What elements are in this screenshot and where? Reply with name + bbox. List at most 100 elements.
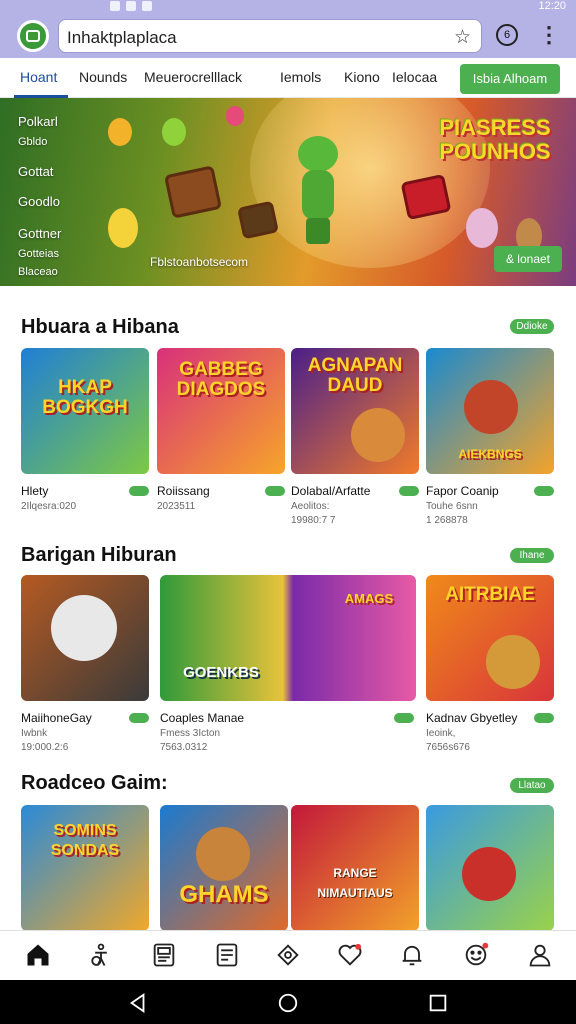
game-thumbnail[interactable]: GHAMS: [160, 805, 288, 930]
character-illustration: [108, 208, 138, 248]
status-badge: [129, 713, 149, 723]
game-name[interactable]: Coaples Manae: [160, 711, 244, 725]
character-illustration: [464, 380, 518, 434]
game-art-title: GHAMS: [179, 881, 269, 908]
game-thumbnail[interactable]: [21, 575, 149, 701]
hero-side-line: Gbldo: [18, 136, 48, 148]
profile-icon[interactable]: [526, 941, 554, 969]
green-mascot-illustration: [288, 128, 348, 248]
tab-location[interactable]: Ielocaa: [392, 69, 437, 85]
game-thumbnail[interactable]: AGNAPAN DAUD: [291, 348, 419, 474]
overflow-menu-icon[interactable]: ⋮: [538, 22, 560, 48]
status-badge: [394, 713, 414, 723]
tab-kiono[interactable]: Kiono: [344, 69, 380, 85]
home-circle-icon[interactable]: [277, 992, 299, 1014]
heart-icon[interactable]: [336, 941, 364, 969]
hero-side-line: Gottat: [18, 164, 54, 179]
game-name[interactable]: Kadnav Gbyetley: [426, 711, 517, 725]
game-meta: Fmess 3Icton: [160, 728, 221, 739]
crate-illustration: [237, 200, 279, 240]
tab-items[interactable]: Iemols: [280, 69, 321, 85]
game-meta: Ieoink,: [426, 728, 456, 739]
see-all-button[interactable]: Ihane: [510, 548, 554, 563]
character-illustration: [486, 635, 540, 689]
accessibility-icon[interactable]: [87, 941, 115, 969]
status-bar: 12:20: [0, 0, 576, 14]
home-icon[interactable]: [24, 941, 52, 969]
status-badge: [534, 486, 554, 496]
character-illustration: [196, 827, 250, 881]
see-all-button[interactable]: Llatao: [510, 778, 554, 793]
hero-caption: Fblstoanbotsecom: [150, 255, 249, 269]
game-art-title: AIEKBNGS: [458, 447, 522, 461]
game-section: Roadceo Gaim: Llatao SOMINS SONDAS GHAMS…: [0, 746, 576, 930]
bell-icon[interactable]: [398, 941, 426, 969]
game-art-title: RANGE NIMAUTIAUS: [317, 866, 393, 900]
game-name[interactable]: Roiissang: [157, 484, 210, 498]
section-title: Barigan Hiburan: [21, 544, 177, 566]
game-thumbnail[interactable]: AIEKBNGS: [426, 348, 554, 474]
hero-banner[interactable]: Polkarl Gbldo Gottat Goodlo Gottner Gott…: [0, 98, 576, 286]
treasure-chest-illustration: [163, 165, 223, 219]
game-thumbnail[interactable]: SOMINS SONDAS: [21, 805, 149, 930]
bottom-nav: [0, 930, 576, 980]
game-thumbnail[interactable]: [426, 805, 554, 930]
character-illustration: [351, 408, 405, 462]
section-title: Hbuara a Hibana: [21, 316, 179, 338]
game-name[interactable]: Hlety: [21, 484, 48, 498]
smile-icon[interactable]: [462, 941, 490, 969]
system-nav-bar: [0, 980, 576, 1024]
game-art-title: SOMINS SONDAS: [50, 822, 120, 859]
notification-icon: [110, 1, 120, 11]
app-logo-icon[interactable]: [17, 20, 49, 52]
tab-home[interactable]: Hoant: [20, 69, 57, 85]
status-badge: [265, 486, 285, 496]
game-art-title: AMAGS: [344, 591, 394, 606]
clock: 12:20: [538, 0, 566, 12]
game-art-title: AITRBIAE: [445, 584, 535, 605]
list-icon[interactable]: [213, 941, 241, 969]
see-all-button[interactable]: Ddioke: [510, 319, 554, 334]
game-thumbnail[interactable]: GABBEG DIAGDOS: [157, 348, 285, 474]
balloon-illustration: [108, 118, 132, 146]
hero-action-button[interactable]: & lonaet: [494, 246, 562, 272]
address-bar[interactable]: Inhaktplaplaca ☆: [58, 19, 482, 53]
tab-community[interactable]: Meuerocrelllack: [144, 69, 242, 85]
game-thumbnail[interactable]: RANGE NIMAUTIAUS: [291, 805, 419, 930]
game-name[interactable]: Fapor Coanip: [426, 484, 499, 498]
bookmark-star-icon[interactable]: ☆: [454, 26, 471, 49]
hero-side-line: Gotteias: [18, 248, 59, 260]
game-name[interactable]: Dolabal/Arfatte: [291, 484, 370, 498]
url-text[interactable]: Inhaktplaplaca: [67, 28, 177, 48]
game-section: Barigan Hiburan Ihane MaiihoneGay Iwbnk …: [0, 516, 576, 762]
news-icon[interactable]: [150, 941, 178, 969]
notification-icon: [126, 1, 136, 11]
game-meta: 2Ilqesra:020: [21, 501, 77, 512]
tab-sounds[interactable]: Nounds: [79, 69, 127, 85]
status-badge: [399, 486, 419, 496]
section-title: Roadceo Gaim:: [21, 772, 168, 794]
shop-icon[interactable]: [274, 941, 302, 969]
character-illustration: [462, 847, 516, 901]
game-thumbnail[interactable]: AITRBIAE: [426, 575, 554, 701]
game-meta: Aeolitos:: [291, 501, 330, 512]
hero-title: PIASRESS POUNHOS: [439, 115, 551, 164]
nav-cta-button[interactable]: Isbia Alhoam: [460, 64, 560, 94]
hero-side-line: Gottner: [18, 226, 62, 241]
game-meta: Touhe 6snn: [426, 501, 478, 512]
game-meta: 2023511: [157, 501, 196, 512]
game-name[interactable]: MaiihoneGay: [21, 711, 92, 725]
recents-icon[interactable]: [427, 992, 449, 1014]
site-nav: Hoant Nounds Meuerocrelllack Iemols Kion…: [0, 58, 576, 98]
game-thumbnail[interactable]: HKAP BOGKGH: [21, 348, 149, 474]
character-illustration: [51, 595, 117, 661]
status-badge: [534, 713, 554, 723]
game-thumbnail[interactable]: GOENKBS AMAGS: [160, 575, 416, 701]
tab-switcher-button[interactable]: 6: [496, 24, 518, 46]
character-illustration: [466, 208, 498, 248]
game-section: Hbuara a Hibana Ddioke HKAP BOGKGH Hlety…: [0, 286, 576, 532]
hero-side-line: Blaceao: [18, 266, 58, 278]
status-badge: [129, 486, 149, 496]
back-icon[interactable]: [127, 992, 149, 1014]
game-art-title: GABBEG DIAGDOS: [176, 359, 266, 400]
